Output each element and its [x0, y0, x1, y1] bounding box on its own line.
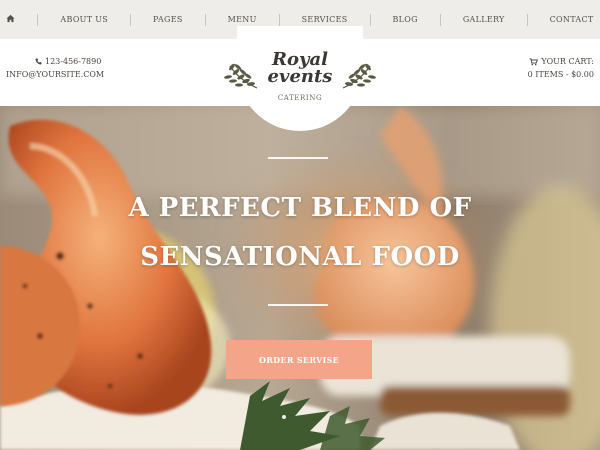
logo-title-line2: events — [267, 66, 333, 87]
cart-summary: 0 ITEMS - $0.00 — [527, 70, 594, 79]
cart-label: YOUR CART: — [541, 57, 594, 66]
nav-divider — [37, 13, 39, 26]
nav-divider — [278, 13, 280, 26]
nav-item-blog[interactable]: BLOG — [393, 15, 418, 24]
phone-number[interactable]: 123-456-7890 — [45, 55, 101, 68]
phone-icon — [35, 58, 42, 65]
hero-divider-top — [268, 157, 328, 159]
nav-divider — [130, 13, 132, 26]
logo-subtitle: CATERING — [277, 94, 323, 102]
slider-dot[interactable] — [282, 415, 286, 419]
site-logo[interactable]: Royal events CATERING — [222, 50, 378, 108]
hero-banner: A PERFECT BLEND OF SENSATIONAL FOOD ORDE… — [0, 106, 600, 450]
cart-info[interactable]: YOUR CART: 0 ITEMS - $0.00 — [528, 55, 594, 81]
nav-item-services[interactable]: SERVICES — [302, 15, 348, 24]
contact-info: 123-456-7890 INFO@YOURSITE.COM — [6, 55, 104, 81]
order-service-button[interactable]: ORDER SERVISE — [226, 340, 372, 379]
nav-item-pages[interactable]: PAGES — [153, 15, 183, 24]
email-address[interactable]: INFO@YOURSITE.COM — [6, 68, 104, 81]
nav-item-contact[interactable]: CONTACT — [550, 15, 594, 24]
cart-icon — [529, 57, 539, 65]
home-icon[interactable] — [6, 14, 15, 25]
nav-divider — [369, 13, 371, 26]
hero-divider-bottom — [268, 304, 328, 306]
hero-title-line1: A PERFECT BLEND OF — [128, 193, 472, 223]
nav-item-menu[interactable]: MENU — [228, 15, 257, 24]
nav-divider — [204, 13, 206, 26]
nav-item-about-us[interactable]: ABOUT US — [60, 15, 108, 24]
nav-divider — [439, 13, 441, 26]
hero-title-line2: SENSATIONAL FOOD — [140, 242, 460, 272]
nav-item-gallery[interactable]: GALLERY — [463, 15, 505, 24]
nav-divider — [526, 13, 528, 26]
